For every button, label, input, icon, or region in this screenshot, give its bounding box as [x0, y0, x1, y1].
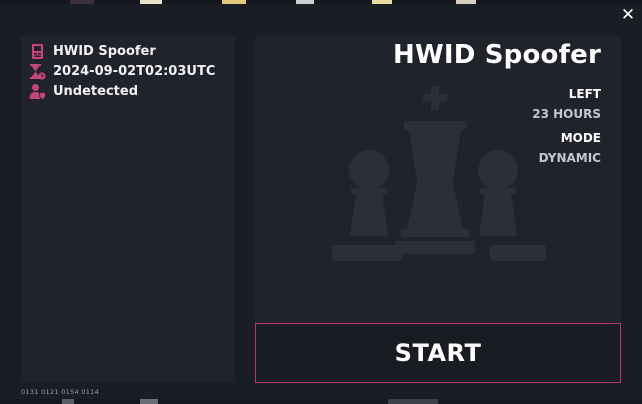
product-name: HWID Spoofer — [53, 43, 156, 59]
time-left-value: 23 HOURS — [532, 107, 601, 121]
hourglass-icon — [30, 63, 46, 80]
start-button[interactable]: START — [255, 323, 621, 383]
mode-label: MODE — [560, 131, 601, 145]
info-row-status: Undetected — [29, 81, 235, 101]
product-panel: HWID Spoofer LEFT 23 HOURS MODE DYNAMIC — [255, 35, 621, 324]
start-button-label: START — [394, 339, 482, 367]
info-row-product: HWID Spoofer — [29, 41, 235, 61]
bottom-background-strip — [0, 399, 642, 404]
version-text: 0131 0121 0154 0114 — [21, 388, 100, 396]
top-background-strip — [0, 0, 642, 4]
mode-value: DYNAMIC — [538, 151, 601, 165]
device-icon — [32, 43, 43, 59]
product-title: HWID Spoofer — [393, 40, 601, 70]
info-row-timestamp: 2024-09-02T02:03UTC — [29, 61, 235, 81]
status-text: Undetected — [53, 83, 139, 99]
time-left-label: LEFT — [568, 87, 601, 101]
close-icon[interactable]: ✕ — [621, 5, 635, 25]
info-panel: HWID Spoofer 2024-09-02T02:03UTC Undetec… — [21, 35, 235, 382]
timestamp: 2024-09-02T02:03UTC — [53, 63, 216, 79]
chess-pieces-icon — [332, 86, 546, 261]
close-button[interactable]: ✕ — [619, 5, 637, 25]
user-shield-icon — [29, 83, 46, 100]
